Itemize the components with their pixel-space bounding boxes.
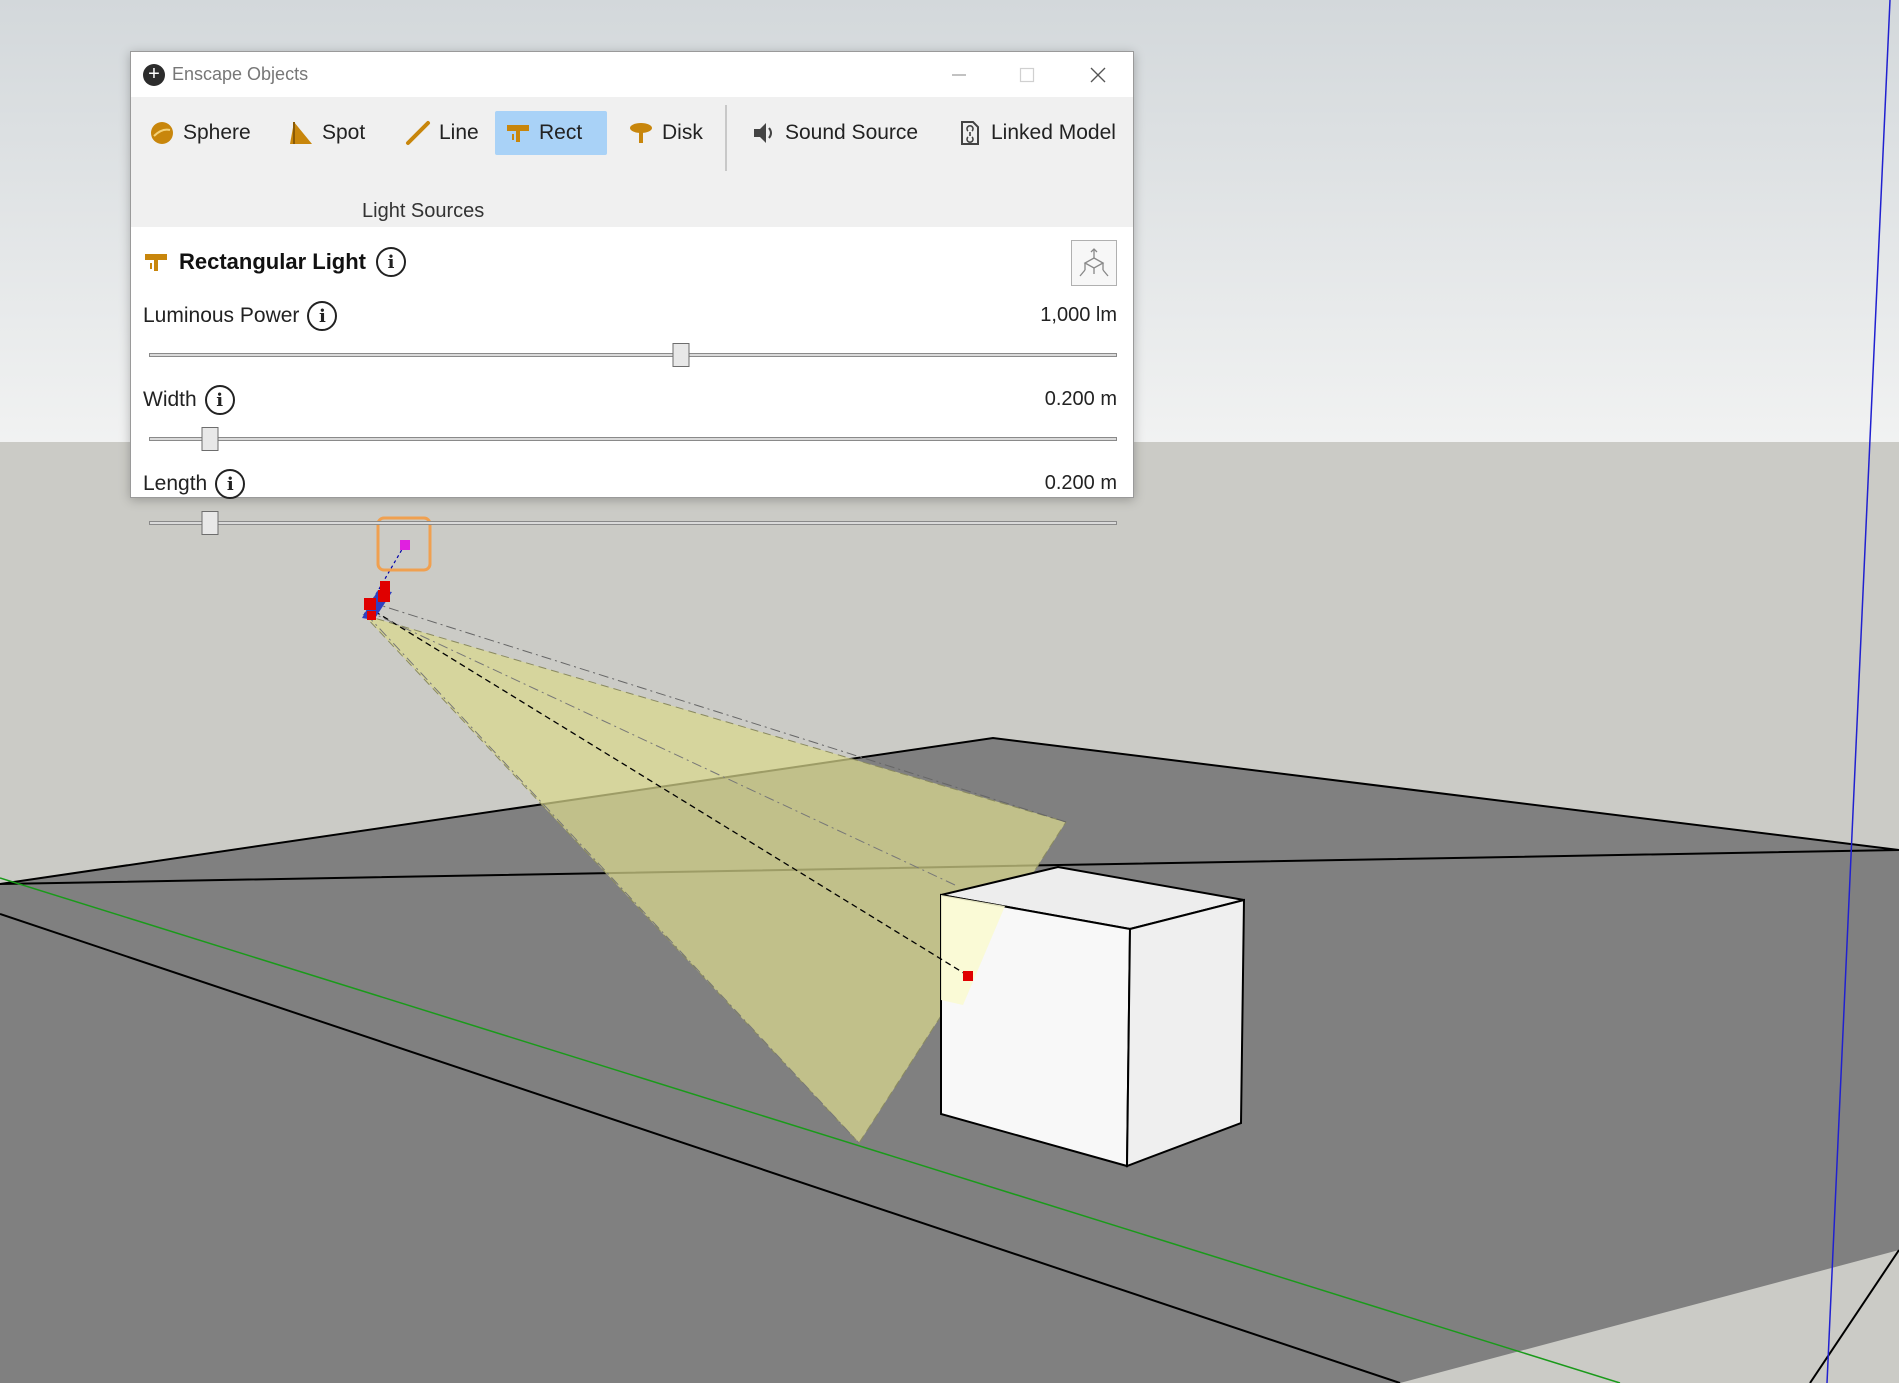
window-title: Enscape Objects xyxy=(172,64,309,84)
linked-model-label: Linked Model xyxy=(991,121,1116,144)
length-slider-thumb[interactable] xyxy=(201,511,218,535)
luminous-power-label: Luminous Power xyxy=(143,304,300,327)
width-property: Width i 0.200 m xyxy=(143,385,1117,465)
width-label-group: Width i xyxy=(143,385,235,415)
spot-light-button[interactable]: Spot xyxy=(278,111,375,155)
speaker-icon xyxy=(754,123,772,143)
info-icon[interactable]: i xyxy=(376,247,407,277)
length-property: Length i 0.200 m xyxy=(143,469,1117,549)
line-light-icon xyxy=(406,121,430,145)
length-label: Length xyxy=(143,472,208,495)
sphere-light-icon xyxy=(151,122,173,144)
enscape-objects-window: + Enscape Objects Sphere Spot Line Rect … xyxy=(130,51,1134,535)
length-label-group: Length i xyxy=(143,469,246,499)
info-icon[interactable]: i xyxy=(215,469,246,499)
sphere-label: Sphere xyxy=(183,121,251,144)
disk-light-icon xyxy=(630,123,652,143)
properties-panel: Rectangular Light i Luminous Power i 1,0… xyxy=(131,227,1133,535)
line-label: Line xyxy=(439,121,479,144)
luminous-power-slider-track[interactable] xyxy=(149,353,1117,357)
rect-light-button[interactable]: Rect xyxy=(495,111,607,155)
length-value[interactable]: 0.200 m xyxy=(1045,472,1117,495)
panel-heading: Rectangular Light i xyxy=(143,247,407,277)
width-slider-track[interactable] xyxy=(149,437,1117,441)
rect-light-icon xyxy=(507,125,529,142)
line-light-button[interactable]: Line xyxy=(395,111,489,155)
spot-label: Spot xyxy=(322,121,366,144)
width-slider-thumb[interactable] xyxy=(201,427,218,451)
light-sources-group-label: Light Sources xyxy=(362,200,485,222)
linked-model-button[interactable]: Linked Model xyxy=(947,111,1126,155)
light-target-handle xyxy=(963,971,973,981)
title-bar[interactable]: + Enscape Objects xyxy=(131,52,1133,97)
minimize-button[interactable] xyxy=(925,52,993,97)
close-icon xyxy=(1090,67,1106,82)
luminous-power-slider-thumb[interactable] xyxy=(672,343,690,367)
spot-light-icon xyxy=(290,122,312,144)
axis-placement-button[interactable] xyxy=(1071,240,1117,286)
length-slider-track[interactable] xyxy=(149,521,1117,525)
info-icon[interactable]: i xyxy=(204,385,235,415)
axis-placement-icon xyxy=(1079,248,1109,277)
sphere-light-button[interactable]: Sphere xyxy=(139,111,261,155)
white-box xyxy=(940,865,1246,1168)
maximize-button[interactable] xyxy=(993,52,1061,97)
panel-title: Rectangular Light xyxy=(179,249,367,274)
rect-light-icon xyxy=(145,254,167,271)
toolbar: Sphere Spot Line Rect Disk Light Sources… xyxy=(131,97,1133,227)
toolbar-separator xyxy=(725,105,727,171)
disk-light-button[interactable]: Disk xyxy=(618,111,713,155)
close-button[interactable] xyxy=(1064,52,1132,97)
width-value[interactable]: 0.200 m xyxy=(1045,388,1117,411)
rect-label: Rect xyxy=(539,121,583,144)
minimize-icon xyxy=(952,73,966,76)
luminous-power-property: Luminous Power i 1,000 lm xyxy=(143,301,1117,381)
info-icon[interactable]: i xyxy=(307,301,338,331)
luminous-power-label-group: Luminous Power i xyxy=(143,301,338,331)
disk-label: Disk xyxy=(662,121,703,144)
width-label: Width xyxy=(143,388,197,411)
sound-source-label: Sound Source xyxy=(785,121,919,144)
linked-model-icon xyxy=(961,121,979,145)
plus-icon: + xyxy=(143,64,165,86)
sound-source-button[interactable]: Sound Source xyxy=(741,111,928,155)
maximize-icon xyxy=(1019,67,1035,82)
luminous-power-value[interactable]: 1,000 lm xyxy=(1040,304,1117,327)
